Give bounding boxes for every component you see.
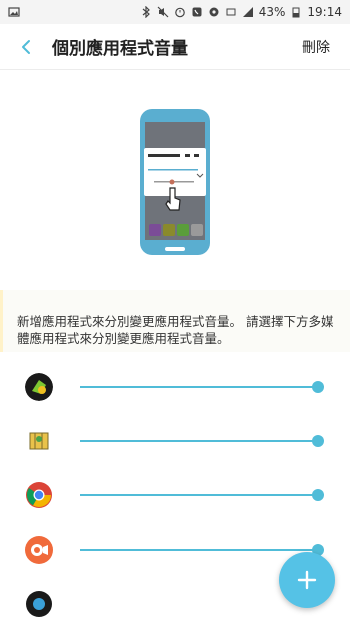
phone-illustration [140,109,210,255]
volume-slider-thumb[interactable] [312,381,324,393]
settings-icon [209,7,219,17]
volume-slider-track[interactable] [80,494,318,496]
map-app-icon [25,427,53,455]
delete-button[interactable]: 刪除 [302,37,330,57]
volume-slider-track[interactable] [80,386,318,388]
volume-slider-thumb[interactable] [312,435,324,447]
bluetooth-icon [142,6,150,18]
chrome-icon [25,481,53,509]
volume-slider-track[interactable] [80,549,318,551]
battery-icon [292,7,300,18]
description-panel: 新增應用程式來分別變更應用程式音量。 請選擇下方多媒體應用程式來分別變更應用程式… [0,290,350,352]
description-text: 新增應用程式來分別變更應用程式音量。 請選擇下方多媒體應用程式來分別變更應用程式… [17,314,334,346]
app-volume-row [0,367,350,407]
chevron-left-icon [22,39,30,54]
plus-icon [297,570,317,590]
back-button[interactable] [6,24,46,70]
page-title: 個別應用程式音量 [52,39,188,59]
volume-slider-track[interactable] [80,440,318,442]
alarm-icon [174,7,185,18]
status-right: 43% 19:14 [140,5,342,19]
mute-icon [157,6,169,18]
clock: 19:14 [307,5,342,19]
app-volume-row [0,475,350,515]
gallery-icon [8,7,20,17]
volume-slider-thumb[interactable] [312,489,324,501]
signal-icon [242,7,253,17]
lte-icon [226,8,236,16]
app-header: 個別應用程式音量 刪除 [0,24,350,70]
phone-icon [192,7,202,17]
app-icon [25,590,53,618]
status-bar: 43% 19:14 [0,0,350,24]
battery-text: 43% [258,5,286,19]
app-volume-row [0,421,350,461]
app-icon [25,373,53,401]
status-left [8,6,20,18]
video-recorder-icon [25,536,53,564]
